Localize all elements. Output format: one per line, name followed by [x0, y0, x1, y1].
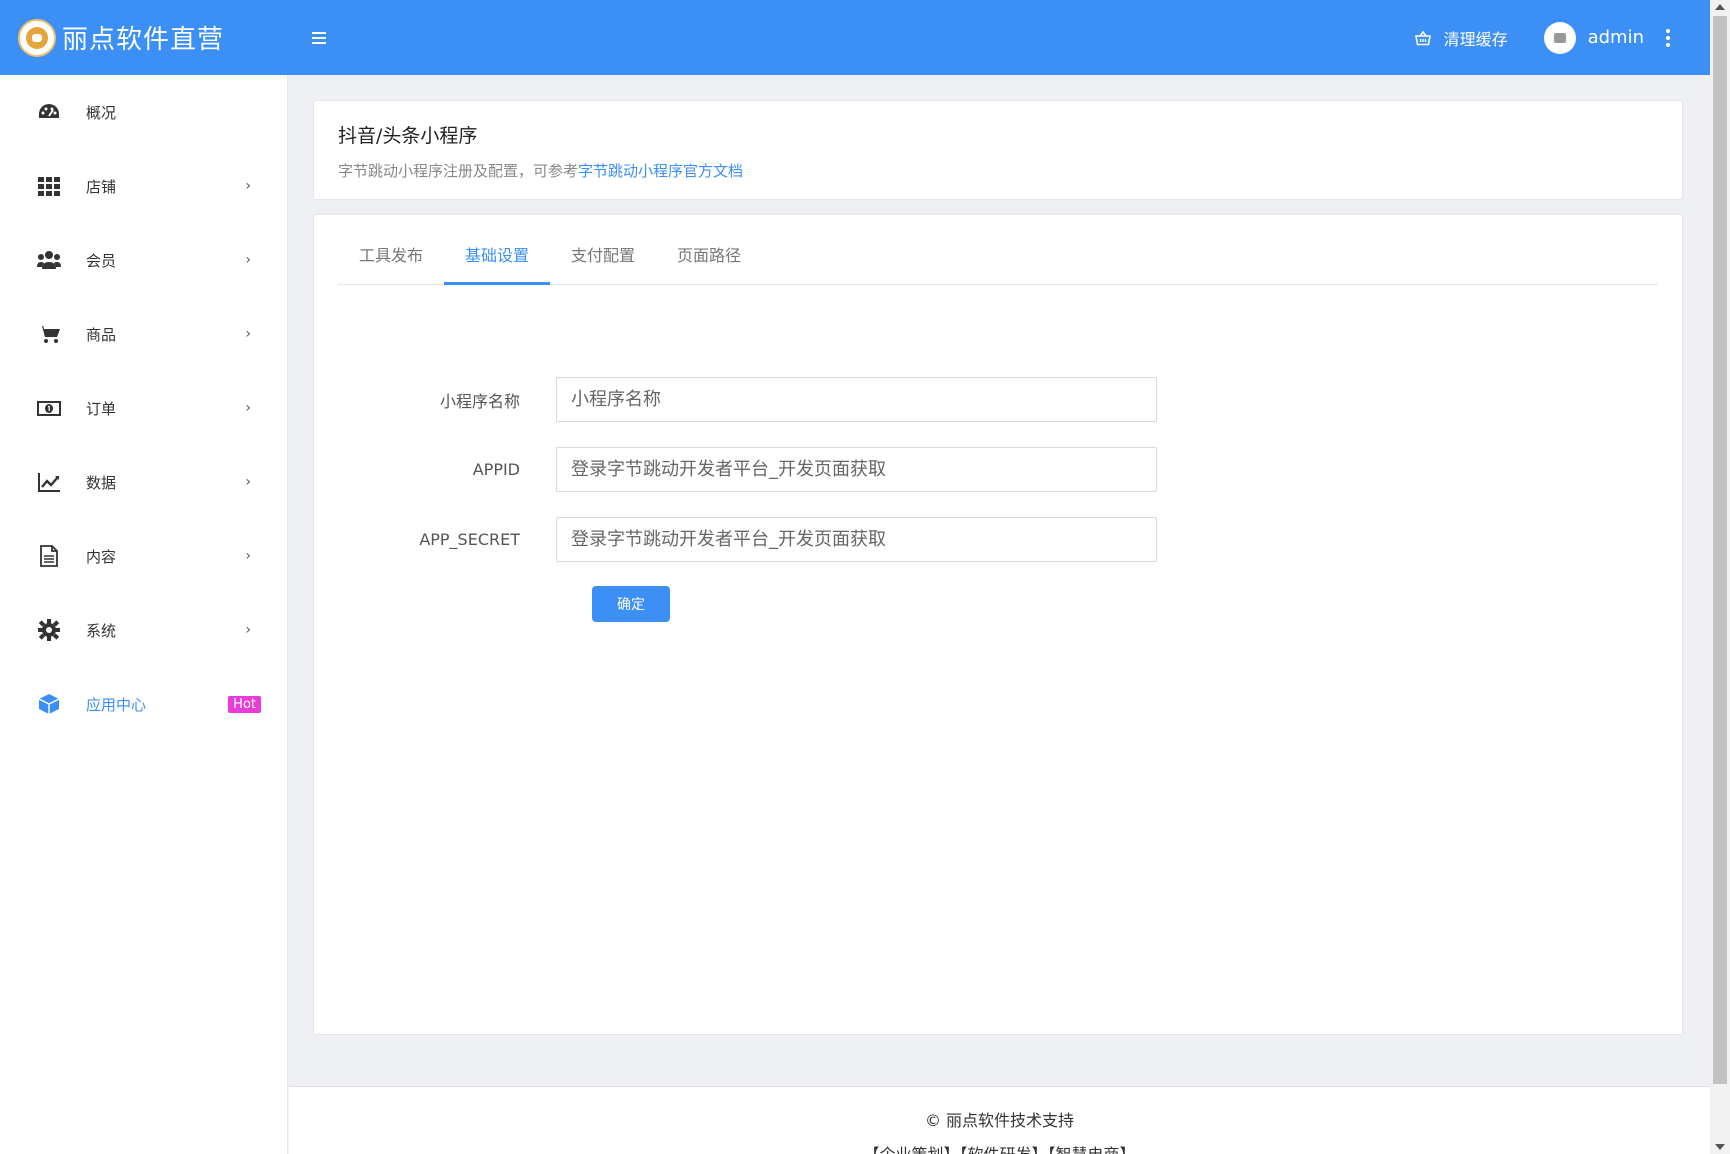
chevron-right-icon: ›	[245, 548, 251, 564]
form-row-name: 小程序名称	[338, 377, 1658, 422]
sidebar-item-label: 应用中心	[86, 695, 147, 714]
gear-icon	[36, 619, 62, 641]
footer-links[interactable]: 【企业策划】【软件研发】【智慧电商】	[289, 1141, 1710, 1154]
sidebar-item-overview[interactable]: 概况	[0, 75, 287, 149]
brand-title: 丽点软件直营	[62, 25, 225, 55]
sidebar-item-data[interactable]: 数据 ›	[0, 445, 287, 519]
sidebar-item-orders[interactable]: 订单 ›	[0, 371, 287, 445]
settings-form: 小程序名称 APPID APP_SECRET 确定	[338, 285, 1658, 622]
top-header: 丽点软件直营 清理缓存 admin	[0, 0, 1710, 75]
appid-input[interactable]	[556, 447, 1157, 492]
sidebar-item-content[interactable]: 内容 ›	[0, 519, 287, 593]
page-description: 字节跳动小程序注册及配置，可参考字节跳动小程序官方文档	[338, 160, 1658, 181]
menu-toggle-icon[interactable]	[312, 23, 342, 53]
chevron-right-icon: ›	[245, 622, 251, 638]
sidebar-item-members[interactable]: 会员 ›	[0, 223, 287, 297]
sidebar-item-label: 订单	[86, 399, 117, 418]
footer-copyright: © 丽点软件技术支持	[924, 1111, 1075, 1130]
form-row-appid: APPID	[338, 447, 1658, 492]
clear-cache-button[interactable]: 清理缓存	[1414, 26, 1508, 50]
tab-bar: 工具发布 基础设置 支付配置 页面路径	[338, 215, 1658, 285]
document-icon	[36, 545, 62, 567]
tab-page-path[interactable]: 页面路径	[656, 242, 762, 285]
username[interactable]: admin	[1588, 27, 1644, 48]
page-description-text: 字节跳动小程序注册及配置，可参考	[338, 162, 579, 180]
submit-row: 确定	[338, 586, 1658, 622]
scroll-down-arrow-icon[interactable]	[1715, 1144, 1725, 1150]
hot-badge: Hot	[228, 695, 261, 713]
basket-icon	[1414, 30, 1432, 46]
brand-logo-icon	[18, 18, 56, 57]
confirm-button[interactable]: 确定	[592, 586, 670, 622]
sidebar-item-label: 概况	[86, 103, 117, 122]
money-icon	[36, 397, 62, 419]
sidebar-item-system[interactable]: 系统 ›	[0, 593, 287, 667]
form-row-secret: APP_SECRET	[338, 517, 1658, 562]
app-secret-input[interactable]	[556, 517, 1157, 562]
users-icon	[36, 249, 62, 271]
header-right: 清理缓存 admin	[1414, 0, 1710, 75]
cube-icon	[36, 693, 62, 715]
footer: © 丽点软件技术支持 【企业策划】【软件研发】【智慧电商】	[289, 1086, 1710, 1154]
more-vertical-icon[interactable]	[1662, 25, 1674, 51]
settings-card: 工具发布 基础设置 支付配置 页面路径 小程序名称 APPID APP_SECR…	[313, 214, 1683, 1035]
app-secret-label: APP_SECRET	[419, 530, 520, 549]
chevron-right-icon: ›	[245, 178, 251, 194]
sidebar-item-label: 店铺	[86, 177, 117, 196]
tab-payment-config[interactable]: 支付配置	[550, 242, 656, 285]
sidebar: 概况 店铺 › 会员 › 商品 › 订单 › 数据 › 内容 › 系统 › 应用…	[0, 75, 288, 1154]
clear-cache-label: 清理缓存	[1443, 29, 1508, 49]
grid-icon	[36, 175, 62, 197]
scroll-up-arrow-icon[interactable]	[1715, 4, 1725, 10]
tab-basic-settings[interactable]: 基础设置	[444, 242, 551, 285]
brand[interactable]: 丽点软件直营	[0, 0, 288, 75]
sidebar-item-label: 会员	[86, 251, 117, 270]
appid-label: APPID	[472, 460, 520, 479]
chevron-right-icon: ›	[245, 252, 251, 268]
sidebar-item-label: 内容	[86, 547, 117, 566]
vertical-scrollbar[interactable]	[1710, 0, 1730, 1154]
chart-line-icon	[36, 471, 62, 493]
sidebar-item-label: 商品	[86, 325, 117, 344]
scroll-thumb[interactable]	[1713, 16, 1727, 1084]
sidebar-item-label: 数据	[86, 473, 117, 492]
sidebar-item-products[interactable]: 商品 ›	[0, 297, 287, 371]
chevron-right-icon: ›	[245, 474, 251, 490]
tab-tool-publish[interactable]: 工具发布	[338, 242, 444, 285]
avatar[interactable]	[1543, 21, 1576, 54]
sidebar-item-label: 系统	[86, 621, 117, 640]
dashboard-icon	[36, 101, 62, 123]
miniprogram-name-label: 小程序名称	[439, 391, 520, 411]
cart-icon	[36, 323, 62, 345]
chevron-right-icon: ›	[245, 326, 251, 342]
page-title: 抖音/头条小程序	[338, 125, 478, 147]
sidebar-item-app-center[interactable]: 应用中心 Hot	[0, 667, 287, 741]
sidebar-item-store[interactable]: 店铺 ›	[0, 149, 287, 223]
official-docs-link[interactable]: 字节跳动小程序官方文档	[578, 162, 743, 180]
miniprogram-name-input[interactable]	[556, 377, 1157, 422]
chevron-right-icon: ›	[245, 400, 251, 416]
page-header-card: 抖音/头条小程序 字节跳动小程序注册及配置，可参考字节跳动小程序官方文档	[313, 100, 1683, 200]
main-content: 抖音/头条小程序 字节跳动小程序注册及配置，可参考字节跳动小程序官方文档 工具发…	[289, 75, 1710, 1154]
